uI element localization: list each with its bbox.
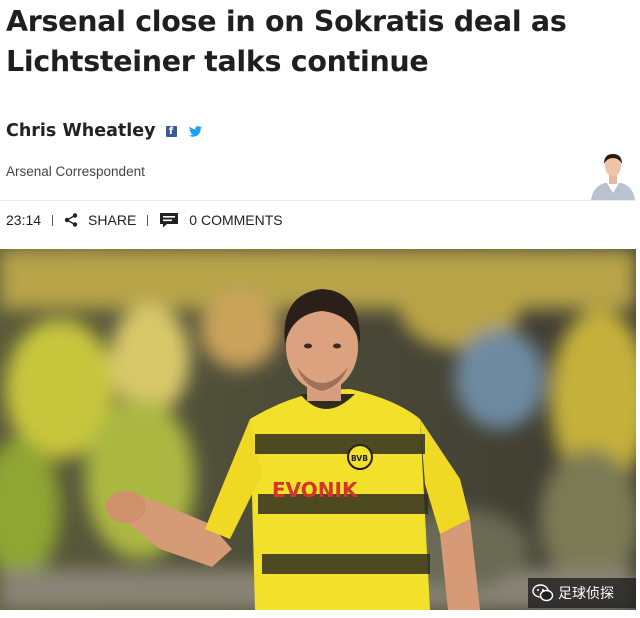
share-button[interactable]: SHARE	[88, 212, 136, 228]
facebook-share[interactable]: f	[165, 125, 177, 137]
twitter-share[interactable]	[188, 125, 202, 137]
facebook-icon: f	[165, 125, 177, 137]
header-divider	[0, 200, 636, 201]
meta-separator	[52, 214, 54, 226]
publish-time: 23:14	[6, 212, 42, 228]
meta-separator	[147, 214, 149, 226]
article-headline: Arsenal close in on Sokratis deal as Lic…	[6, 5, 567, 78]
author-name[interactable]: Chris Wheatley	[6, 121, 156, 141]
watermark-text: 足球侦探	[558, 586, 614, 602]
club-crest: BVB	[351, 454, 368, 463]
article-hero-image: EVONIK BVB	[0, 249, 636, 610]
shirt-sponsor-logo: EVONIK	[272, 478, 359, 502]
author-avatar	[589, 146, 637, 200]
wechat-icon	[532, 584, 554, 602]
wechat-watermark: 足球侦探	[528, 578, 636, 608]
comments-link[interactable]: 0 COMMENTS	[189, 212, 282, 228]
byline: Chris Wheatley f	[6, 121, 202, 141]
article-meta-bar: 23:14 SHARE 0 COMMENTS	[6, 212, 283, 228]
share-icon[interactable]	[64, 213, 78, 227]
comment-icon[interactable]	[159, 212, 179, 228]
twitter-icon	[188, 125, 202, 137]
author-role: Arsenal Correspondent	[6, 164, 145, 179]
